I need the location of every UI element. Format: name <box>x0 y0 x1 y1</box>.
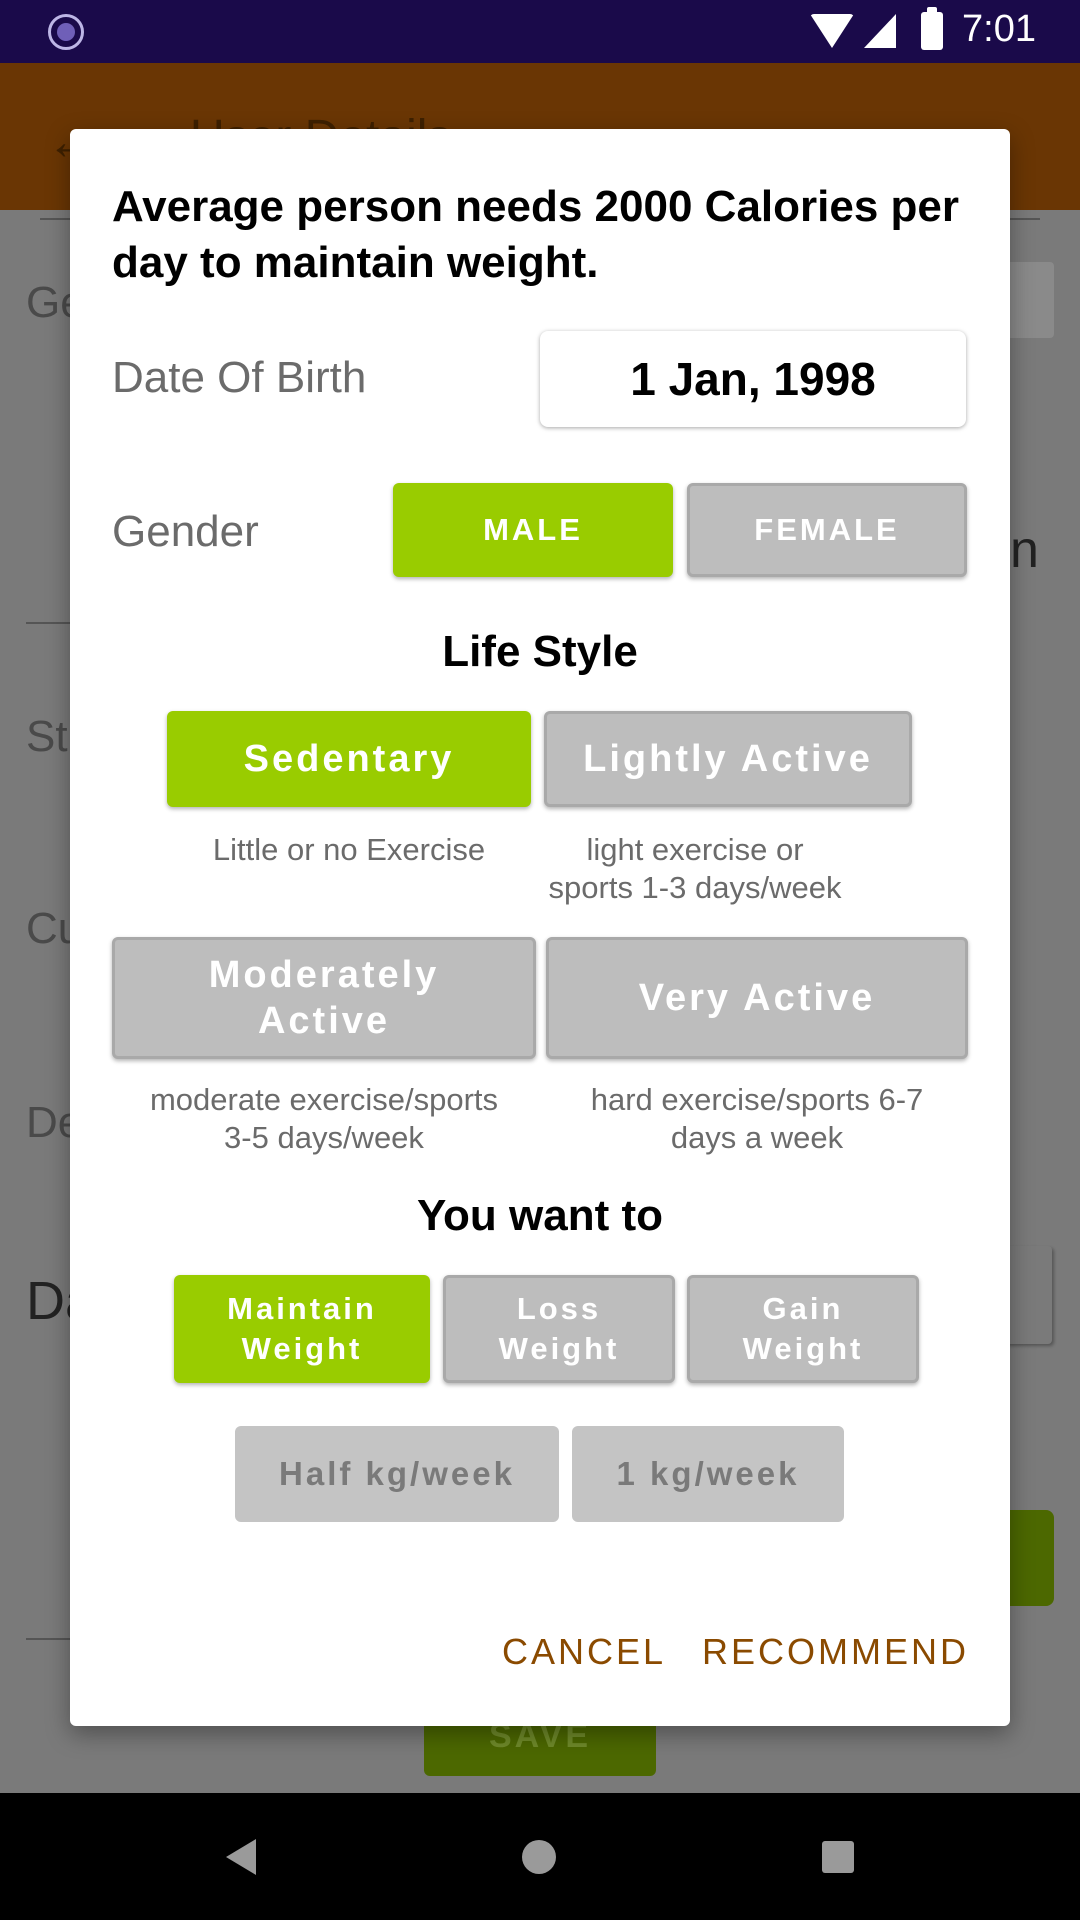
calorie-dialog: Average person needs 2000 Calories per d… <box>70 129 1010 1726</box>
moderately-active-label: Active <box>257 1000 391 1042</box>
status-bar: 7:01 <box>0 0 1080 63</box>
sedentary-desc: Little or no Exercise <box>212 832 486 867</box>
maintain-weight-label: Maintain <box>227 1291 377 1326</box>
cell-signal-icon <box>864 14 896 48</box>
moderately-active-desc: moderate exercise/sports 3-5 days/week <box>112 1081 536 1157</box>
recommend-button[interactable]: RECOMMEND <box>702 1631 969 1673</box>
cancel-button[interactable]: CANCEL <box>502 1631 666 1673</box>
very-active-desc-line: days a week <box>670 1120 844 1155</box>
lifestyle-title: Life Style <box>442 627 638 676</box>
dob-label: Date Of Birth <box>112 353 367 402</box>
wifi-icon <box>810 14 854 48</box>
rate-half-kg-button[interactable]: Half kg/week <box>235 1426 559 1522</box>
lightly-active-desc-line: light exercise or <box>586 832 804 867</box>
nav-recents-icon[interactable] <box>822 1841 854 1873</box>
goal-title: You want to <box>416 1191 664 1240</box>
loss-weight-label: Loss <box>516 1291 602 1326</box>
sedentary-label: Sedentary <box>243 737 455 780</box>
loss-weight-label: Weight <box>498 1331 620 1366</box>
very-active-desc-line: hard exercise/sports 6-7 <box>590 1082 924 1117</box>
rate-one-kg-button[interactable]: 1 kg/week <box>572 1426 844 1522</box>
status-time: 7:01 <box>962 8 1036 50</box>
rate-one-kg-label: 1 kg/week <box>616 1455 800 1492</box>
rate-half-kg-label: Half kg/week <box>279 1455 515 1492</box>
nav-back-icon[interactable] <box>226 1839 256 1875</box>
lifestyle-moderately-active-button[interactable]: Moderately Active <box>112 937 536 1059</box>
maintain-weight-label: Weight <box>241 1331 363 1366</box>
gender-label: Gender <box>112 507 259 556</box>
moderately-active-label: Moderately <box>208 954 440 996</box>
lightly-active-desc: light exercise or sports 1-3 days/week <box>530 831 860 907</box>
bg-partial-text: n <box>1010 521 1039 579</box>
dob-field[interactable]: 1 Jan, 1998 <box>540 331 966 427</box>
battery-icon <box>921 7 943 50</box>
notification-icon <box>48 14 84 50</box>
nav-home-icon[interactable] <box>522 1840 556 1874</box>
goal-gain-weight-button[interactable]: Gain Weight <box>687 1275 919 1383</box>
gain-weight-label: Gain <box>762 1291 844 1326</box>
gender-male-button[interactable]: MALE <box>393 483 673 577</box>
moderately-active-desc-line: 3-5 days/week <box>224 1120 424 1155</box>
moderately-active-desc-line: moderate exercise/sports <box>149 1082 499 1117</box>
gender-female-button[interactable]: FEMALE <box>687 483 967 577</box>
very-active-desc: hard exercise/sports 6-7 days a week <box>546 1081 968 1157</box>
gender-female-label: FEMALE <box>754 512 900 547</box>
gain-weight-label: Weight <box>742 1331 864 1366</box>
lifestyle-lightly-active-button[interactable]: Lightly Active <box>544 711 912 807</box>
gender-male-label: MALE <box>483 512 583 547</box>
lightly-active-label: Lightly Active <box>583 737 873 780</box>
lifestyle-very-active-button[interactable]: Very Active <box>546 937 968 1059</box>
very-active-label: Very Active <box>638 976 876 1019</box>
lifestyle-sedentary-button[interactable]: Sedentary <box>167 711 531 807</box>
goal-maintain-weight-button[interactable]: Maintain Weight <box>174 1275 430 1383</box>
lightly-active-desc-line: sports 1-3 days/week <box>548 870 842 905</box>
goal-loss-weight-button[interactable]: Loss Weight <box>443 1275 675 1383</box>
dialog-title: Average person needs 2000 Calories per d… <box>112 182 959 287</box>
bg-label-st: St <box>26 712 68 761</box>
